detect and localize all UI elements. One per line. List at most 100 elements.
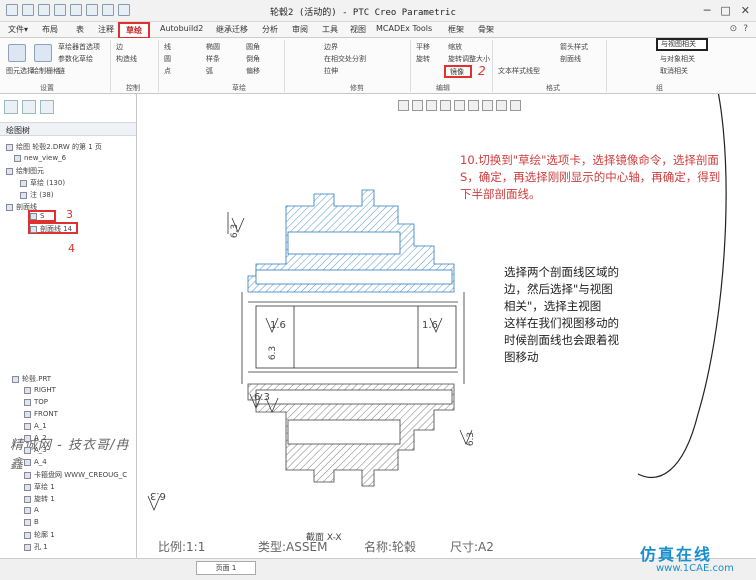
mirror-button[interactable]: 镜像 [450, 67, 464, 77]
explanation-note: 选择两个剖面线区域的 边，然后选择"与视图 相关"，选择主视图 这样在我们视图移… [504, 265, 619, 364]
model-tree-item[interactable]: 旋转 1 [24, 494, 55, 504]
revolve-icon [24, 495, 31, 503]
tree-item[interactable]: S [30, 212, 44, 220]
window-icon[interactable] [102, 4, 114, 16]
tree-icon[interactable] [22, 100, 36, 114]
model-tree-item[interactable]: A [24, 506, 39, 514]
model-tree-item[interactable]: RIGHT [24, 386, 56, 394]
stretch-button[interactable]: 拉伸 [324, 66, 338, 76]
tree-item[interactable]: new_view_6 [14, 154, 66, 162]
model-tree-item[interactable]: 草绘 1 [24, 482, 55, 492]
page-tab[interactable]: 页面 1 [196, 561, 256, 575]
link-button[interactable]: 链 [58, 66, 65, 76]
relate-to-object-button[interactable]: 与对象相关 [660, 54, 695, 64]
help-icon[interactable]: ? [743, 24, 748, 34]
model-tree-item[interactable]: A_4 [24, 458, 47, 466]
point-button[interactable]: 点 [164, 66, 171, 76]
rotate-resize-button[interactable]: 旋转调整大小 [448, 54, 490, 64]
tab-mcadex[interactable]: MCADEx Tools [376, 24, 432, 33]
group-group-label: 组 [656, 84, 663, 92]
tab-layout[interactable]: 布局 [42, 24, 58, 35]
tree-item[interactable]: 剖面线 14 [30, 224, 72, 234]
new-file-icon[interactable] [6, 4, 18, 16]
tree-item[interactable]: 绘图 轮毂2.DRW 的第 1 页 [6, 142, 102, 152]
tab-analysis[interactable]: 分析 [262, 24, 278, 35]
construct-button[interactable]: 构造线 [116, 54, 137, 64]
regenerate-icon[interactable] [86, 4, 98, 16]
tab-tools[interactable]: 工具 [322, 24, 338, 35]
model-tree-item[interactable]: 轮廓 1 [24, 530, 55, 540]
model-tree-item[interactable]: A_1 [24, 422, 47, 430]
model-tree-item[interactable]: 卡箍盘网 WWW_CREOUG_C [24, 470, 127, 480]
chamfer-button[interactable]: 倒角 [246, 54, 260, 64]
axis-icon [24, 422, 31, 430]
param-sketch-button[interactable]: 参数化草绘 [58, 54, 93, 64]
group-divider [110, 40, 111, 92]
folder-icon[interactable] [40, 100, 54, 114]
tab-table[interactable]: 表 [76, 24, 84, 35]
model-tree-item[interactable]: A_2 [24, 434, 47, 442]
model-tree-item[interactable]: B [24, 518, 39, 526]
translate-button[interactable]: 平移 [416, 42, 430, 52]
select-button[interactable]: 图元选择 [6, 66, 34, 76]
redo-icon[interactable] [70, 4, 82, 16]
group-setup-label: 设置 [40, 84, 54, 92]
hatch-button[interactable]: 剖面线 [560, 54, 581, 64]
unrelate-button[interactable]: 取消相关 [660, 66, 688, 76]
ellipse-button[interactable]: 椭圆 [206, 42, 220, 52]
drawing-canvas[interactable]: 6.3 1.6 1.6 6.3 6.3 6.3 6.3 截面 X-X 10.切换… [138, 94, 756, 558]
sketch-pref-button[interactable]: 草绘器首选项 [58, 42, 100, 52]
open-file-icon[interactable] [22, 4, 34, 16]
arc-button[interactable]: 弧 [206, 66, 213, 76]
maximize-icon[interactable]: □ [720, 4, 730, 17]
split-button[interactable]: 在相交处分割 [324, 54, 366, 64]
axis-icon [24, 458, 31, 466]
select-icon[interactable] [8, 44, 26, 62]
fillet-button[interactable]: 圆角 [246, 42, 260, 52]
tab-sketch[interactable]: 草绘 [118, 22, 150, 39]
spline-button[interactable]: 样条 [206, 54, 220, 64]
title-bar: 轮毂2 (活动的) - PTC Creo Parametric ─ □ ✕ [0, 0, 756, 22]
tab-inheritance[interactable]: 继承迁移 [216, 24, 248, 35]
model-tree-item[interactable]: FRONT [24, 410, 58, 418]
relate-to-view-button[interactable]: 与视图相关 [656, 38, 708, 51]
group-control-label: 控制 [126, 84, 140, 92]
tab-autobuild[interactable]: Autobuild2 [160, 24, 203, 33]
tree-item[interactable]: 注 (38) [20, 190, 54, 200]
tab-annotate[interactable]: 注释 [98, 24, 114, 35]
boundary-button[interactable]: 边界 [324, 42, 338, 52]
dimension-label: 6.3 [150, 490, 166, 501]
text-style-button[interactable]: 文本样式 [498, 66, 526, 76]
undo-icon[interactable] [54, 4, 66, 16]
ribbon-tabs: 文件▾ 布局 表 注释 草绘 Autobuild2 继承迁移 分析 审阅 工具 … [0, 22, 756, 39]
arrow-style-button[interactable]: 箭头样式 [560, 42, 588, 52]
tab-review[interactable]: 审阅 [292, 24, 308, 35]
save-icon[interactable] [38, 4, 50, 16]
circle-button[interactable]: 圆 [164, 54, 171, 64]
close-window-icon[interactable] [118, 4, 130, 16]
model-tree-item[interactable]: 孔 1 [24, 542, 48, 552]
tab-view[interactable]: 视图 [350, 24, 366, 35]
line-button[interactable]: 线 [164, 42, 171, 52]
edge-button[interactable]: 边 [116, 42, 123, 52]
tab-skeleton[interactable]: 骨架 [478, 24, 494, 35]
line-style-button[interactable]: 线型 [526, 66, 540, 76]
tree-item[interactable]: 草绘 (130) [20, 178, 65, 188]
offset-button[interactable]: 偏移 [246, 66, 260, 76]
plane-icon [24, 386, 31, 394]
tab-file[interactable]: 文件▾ [8, 24, 28, 35]
paint-grid-button[interactable]: 绘制栅格 [32, 66, 60, 76]
drawing-tree-title: 绘图树 [6, 126, 30, 135]
layer-icon[interactable] [4, 100, 18, 114]
scale-button[interactable]: 缩放 [448, 42, 462, 52]
model-tree-item[interactable]: TOP [24, 398, 48, 406]
tab-frame[interactable]: 框架 [448, 24, 464, 35]
minimize-icon[interactable]: ─ [704, 4, 711, 17]
tree-item[interactable]: 绘制图元 [6, 166, 44, 176]
grid-icon[interactable] [34, 44, 52, 62]
search-icon[interactable]: ⊙ [730, 24, 738, 34]
rotate-button[interactable]: 旋转 [416, 54, 430, 64]
model-tree-item[interactable]: A_3 [24, 446, 47, 454]
close-icon[interactable]: ✕ [741, 4, 750, 17]
model-tree-item[interactable]: 轮毂.PRT [12, 374, 51, 384]
